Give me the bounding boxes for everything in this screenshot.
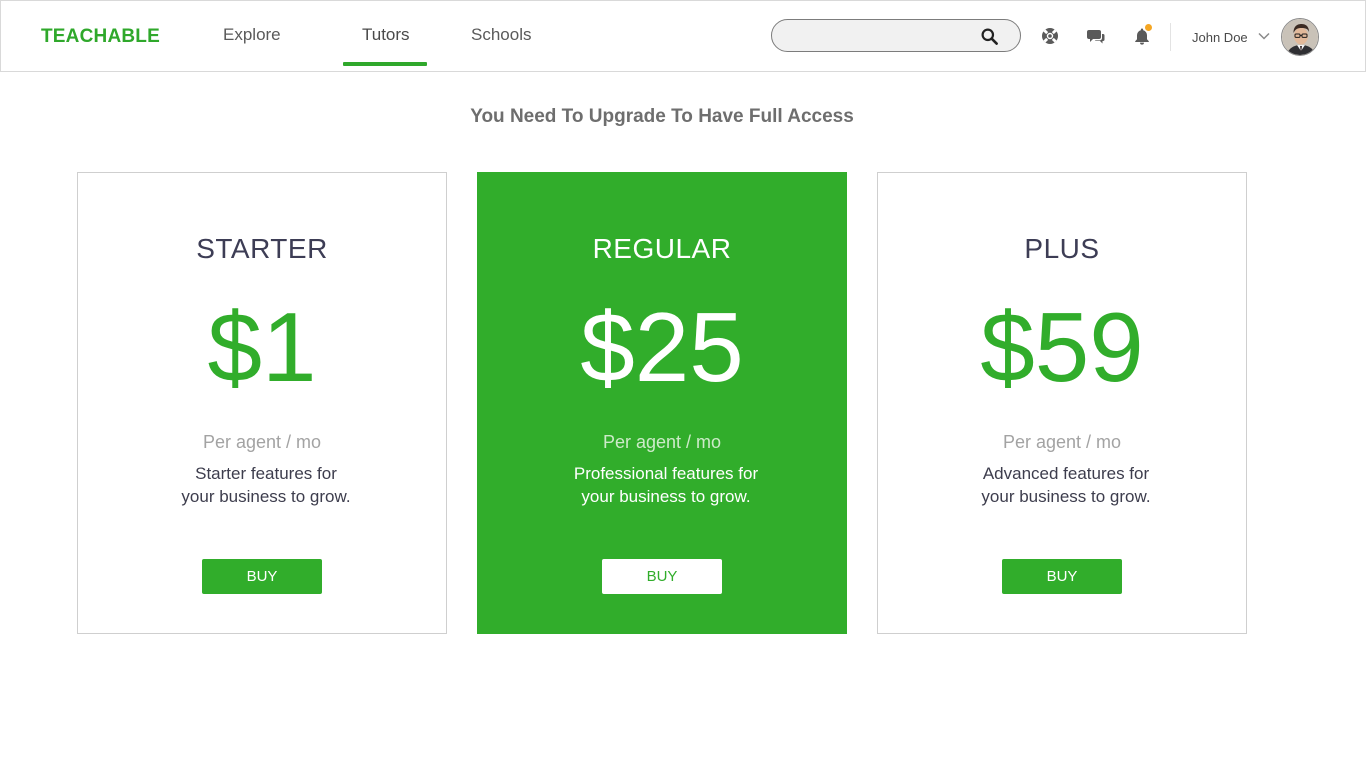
- search-bar[interactable]: [771, 19, 1021, 52]
- plan-period: Per agent / mo: [202, 432, 322, 452]
- plan-description-line: Starter features for: [195, 464, 337, 483]
- top-navbar: TEACHABLE Explore Tutors Schools John Do…: [0, 0, 1366, 72]
- plan-description-line: your business to grow.: [981, 487, 1151, 506]
- notification-badge: [1145, 24, 1152, 31]
- plan-name: STARTER: [196, 233, 328, 264]
- plan-card-plus: PLUS $59 Per agent / mo Advanced feature…: [877, 172, 1247, 634]
- nav-item-tutors[interactable]: Tutors: [362, 25, 410, 45]
- plan-description: Starter features for your business to gr…: [156, 462, 376, 508]
- chevron-down-icon[interactable]: [1258, 32, 1270, 40]
- avatar[interactable]: [1281, 18, 1319, 56]
- plan-card-regular: REGULAR $25 Per agent / mo Professional …: [477, 172, 847, 634]
- avatar-portrait-icon: [1282, 19, 1318, 55]
- brand-logo[interactable]: TEACHABLE: [41, 26, 160, 48]
- plan-price: $1: [207, 292, 317, 402]
- plan-price: $25: [580, 292, 744, 402]
- plan-price: $59: [980, 292, 1144, 402]
- plan-period: Per agent / mo: [602, 432, 722, 452]
- plan-description-line: Professional features for: [573, 464, 759, 483]
- user-name[interactable]: John Doe: [1192, 30, 1248, 45]
- active-tab-indicator: [343, 62, 427, 66]
- search-input[interactable]: [786, 26, 981, 46]
- page-title: You Need To Upgrade To Have Full Access: [470, 106, 854, 127]
- buy-regular-button[interactable]: BUY: [602, 559, 722, 594]
- chat-icon[interactable]: [1087, 27, 1105, 45]
- header-divider: [1170, 23, 1171, 51]
- plan-name: REGULAR: [592, 233, 732, 264]
- help-icon[interactable]: [1041, 27, 1059, 45]
- plan-card-starter: STARTER $1 Per agent / mo Starter featur…: [77, 172, 447, 634]
- buy-plus-button[interactable]: BUY: [1002, 559, 1122, 594]
- plan-description-line: your business to grow.: [181, 487, 351, 506]
- buy-starter-button[interactable]: BUY: [202, 559, 322, 594]
- search-icon[interactable]: [981, 28, 998, 45]
- plan-name: PLUS: [1024, 233, 1100, 264]
- plan-description: Professional features for your business …: [556, 462, 776, 508]
- nav-item-schools[interactable]: Schools: [471, 25, 531, 45]
- plan-description-line: your business to grow.: [581, 487, 751, 506]
- plan-period: Per agent / mo: [1002, 432, 1122, 452]
- plan-description-line: Advanced features for: [982, 464, 1150, 483]
- nav-item-explore[interactable]: Explore: [223, 25, 281, 45]
- plan-description: Advanced features for your business to g…: [956, 462, 1176, 508]
